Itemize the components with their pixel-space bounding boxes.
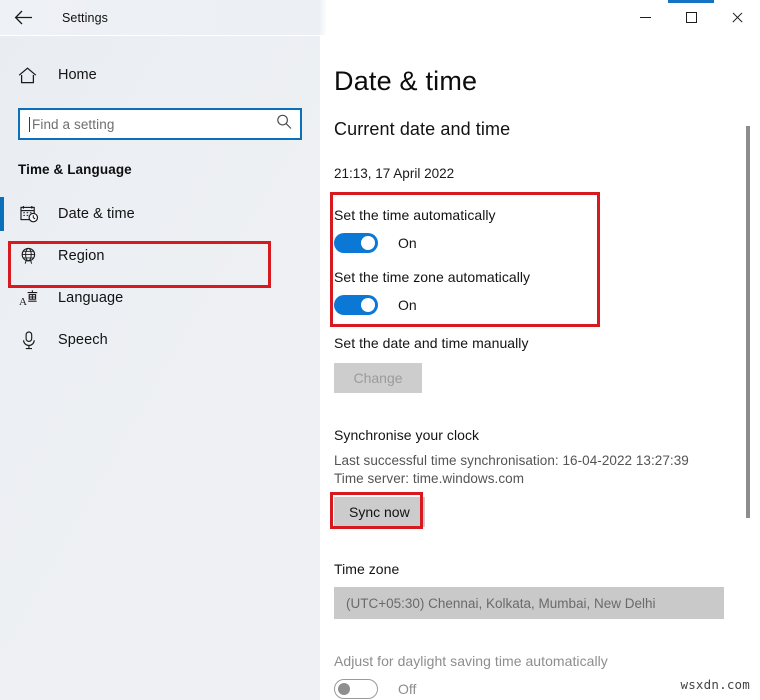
sidebar-item-label: Region [58,248,105,264]
sidebar-nav: Date & time Region A Language Speech [0,193,320,361]
set-time-automatically-row: On [334,233,760,253]
sidebar-item-speech[interactable]: Speech [0,319,320,361]
settings-window: Settings Home Find a setting Time & Lang… [0,0,760,700]
settings-content: Date & time Current date and time 21:13,… [320,36,760,700]
toggle-knob [338,682,350,695]
time-zone-heading: Time zone [334,561,400,577]
sidebar-group-title: Time & Language [18,162,132,177]
back-arrow-icon[interactable] [0,1,46,35]
close-icon [731,11,744,24]
scrollbar-thumb[interactable] [746,126,750,518]
window-title: Settings [62,10,108,25]
sidebar: Home Find a setting Time & Language Date… [0,36,320,700]
sidebar-item-home[interactable]: Home [0,58,320,92]
sidebar-item-language[interactable]: A Language [0,277,320,319]
daylight-saving-state: Off [398,681,417,697]
text-caret [29,116,30,132]
search-icon[interactable] [276,114,292,135]
toggle-knob [361,298,375,312]
synchronise-clock-heading: Synchronise your clock [334,427,480,443]
minimize-icon [639,17,651,18]
daylight-saving-label: Adjust for daylight saving time automati… [334,653,608,669]
toggle-knob [361,236,375,250]
calendar-clock-icon [18,205,40,223]
set-time-automatically-toggle[interactable] [334,233,378,253]
change-button[interactable]: Change [334,363,422,393]
current-date-time-value: 21:13, 17 April 2022 [334,166,455,181]
sidebar-item-region[interactable]: Region [0,235,320,277]
set-timezone-automatically-toggle[interactable] [334,295,378,315]
set-timezone-automatically-state: On [398,297,417,313]
search-placeholder: Find a setting [32,116,115,132]
sidebar-item-date-time[interactable]: Date & time [0,193,320,235]
window-body: Home Find a setting Time & Language Date… [0,36,760,700]
microphone-icon [18,330,40,350]
svg-text:A: A [19,296,27,307]
current-date-time-heading: Current date and time [334,119,511,139]
sidebar-item-label: Speech [58,332,108,348]
set-time-automatically-label: Set the time automatically [334,207,496,223]
minimize-button[interactable] [622,0,668,36]
time-server-text: Time server: time.windows.com [334,471,524,486]
set-timezone-automatically-row: On [334,295,760,315]
time-zone-select[interactable]: (UTC+05:30) Chennai, Kolkata, Mumbai, Ne… [334,587,724,619]
selection-indicator [0,197,4,231]
watermark: wsxdn.com [680,677,750,692]
close-button[interactable] [714,0,760,36]
window-controls [622,0,760,36]
sync-now-button[interactable]: Sync now [334,497,425,527]
set-date-time-manually-label: Set the date and time manually [334,335,529,351]
language-icon: A [18,289,40,307]
content-scrollbar[interactable] [742,48,754,694]
daylight-saving-toggle[interactable] [334,679,378,699]
last-sync-text: Last successful time synchronisation: 16… [334,453,689,468]
maximize-icon [685,12,697,23]
title-bar: Settings [0,0,760,36]
globe-icon [18,247,40,265]
home-icon [18,66,40,84]
set-timezone-automatically-label: Set the time zone automatically [334,269,531,285]
sidebar-item-label: Date & time [58,206,135,222]
sidebar-home-label: Home [58,67,97,83]
sidebar-item-label: Language [58,290,124,306]
maximize-button[interactable] [668,0,714,36]
page-title: Date & time [334,66,478,96]
set-time-automatically-state: On [398,235,417,251]
search-container: Find a setting [0,108,320,140]
search-input[interactable]: Find a setting [18,108,302,140]
